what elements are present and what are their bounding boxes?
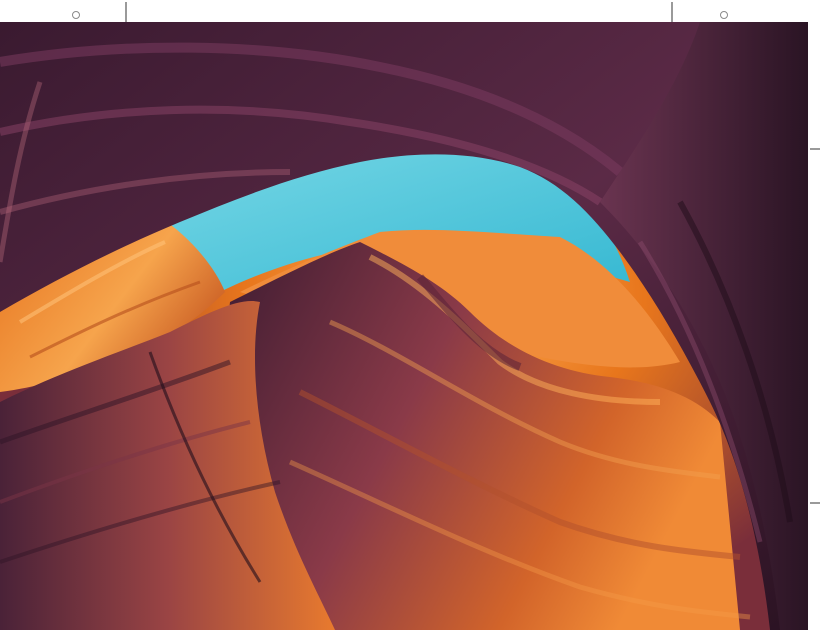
crop-mark-right-lower [810, 502, 820, 504]
crop-mark-top-left [125, 2, 127, 22]
crop-mark-right-upper [810, 148, 820, 150]
registration-mark-icon [72, 11, 80, 19]
canyon-photo-svg [0, 22, 808, 630]
crop-mark-top-right [671, 2, 673, 22]
canyon-photo [0, 22, 808, 630]
registration-mark-icon [720, 11, 728, 19]
page [0, 0, 820, 630]
